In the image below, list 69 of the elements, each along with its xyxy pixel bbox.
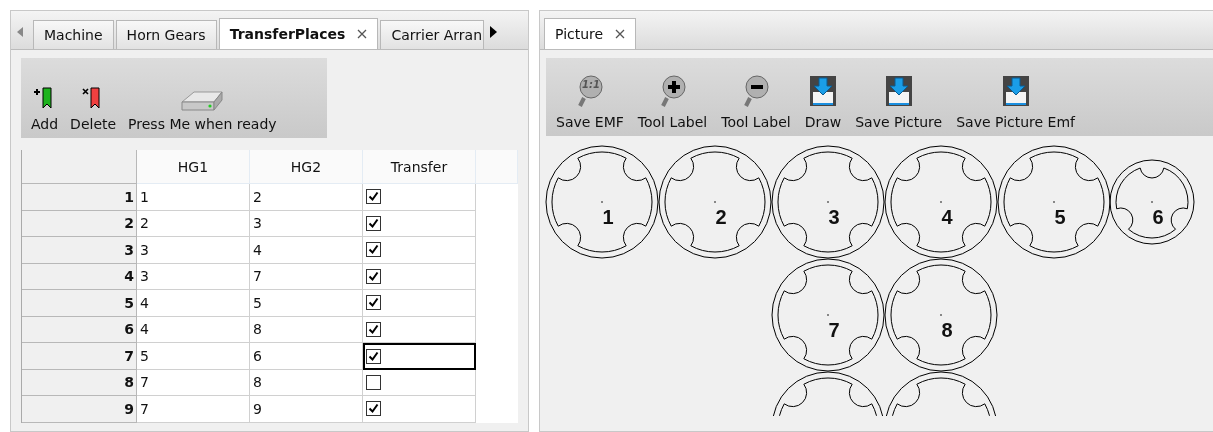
row-header[interactable]: 2 xyxy=(22,210,137,237)
checkbox[interactable] xyxy=(366,348,381,364)
table-cell: 6 xyxy=(250,343,363,370)
floppy-save-icon xyxy=(1001,74,1030,108)
gear-number: 3 xyxy=(828,206,840,228)
gear-number: 6 xyxy=(1152,206,1164,228)
table-cell: 5 xyxy=(250,290,363,317)
checkbox[interactable] xyxy=(366,242,381,258)
table-cell: 4 xyxy=(137,290,250,317)
checkbox[interactable] xyxy=(366,295,381,311)
column-header[interactable]: HG1 xyxy=(137,150,250,184)
table-cell: 1 xyxy=(137,184,250,211)
table-cell: 3 xyxy=(137,237,250,264)
table-cell: 8 xyxy=(250,316,363,343)
toolbar-button[interactable]: Tool Label xyxy=(717,74,795,130)
checkbox[interactable] xyxy=(366,189,381,205)
gear-number: 2 xyxy=(715,206,727,228)
row-header[interactable]: 8 xyxy=(22,369,137,396)
checkbox[interactable] xyxy=(366,374,381,390)
toolbar-button[interactable]: 1:1 Save EMF xyxy=(552,74,628,130)
checkbox[interactable] xyxy=(366,401,381,417)
table-cell: 2 xyxy=(137,210,250,237)
table-cell: 4 xyxy=(250,237,363,264)
drive-icon xyxy=(180,88,225,114)
table-cell: 4 xyxy=(137,316,250,343)
scroll-left-icon[interactable] xyxy=(17,27,23,37)
row-header[interactable]: 9 xyxy=(22,396,137,423)
table-cell: 7 xyxy=(137,396,250,423)
row-header[interactable]: 1 xyxy=(22,184,137,211)
scroll-right-icon[interactable] xyxy=(490,26,498,38)
row-header[interactable]: 6 xyxy=(22,316,137,343)
tab[interactable]: Machine xyxy=(33,20,114,49)
close-icon[interactable] xyxy=(357,29,368,39)
tab[interactable]: Picture xyxy=(544,18,637,49)
toolbar-button[interactable]: Save Picture xyxy=(851,74,947,130)
row-header[interactable]: 4 xyxy=(22,263,137,290)
gear-number: 1 xyxy=(602,206,614,228)
close-icon[interactable] xyxy=(615,29,626,39)
toolbar-button[interactable]: Press Me when ready xyxy=(124,88,281,132)
table-cell: 3 xyxy=(137,263,250,290)
table-cell: 3 xyxy=(250,210,363,237)
tab[interactable]: Carrier Arran xyxy=(380,20,485,49)
checkbox[interactable] xyxy=(366,268,381,284)
gear-number: 7 xyxy=(828,319,840,341)
toolbar-button[interactable]: Save Picture Emf xyxy=(952,74,1079,130)
column-header[interactable]: Transfer xyxy=(363,150,476,184)
gear-number: 4 xyxy=(941,206,953,228)
floppy-save-icon xyxy=(884,74,913,108)
table-cell: 2 xyxy=(250,184,363,211)
row-header[interactable]: 5 xyxy=(22,290,137,317)
gear-number: 5 xyxy=(1054,206,1066,228)
column-header[interactable]: HG2 xyxy=(250,150,363,184)
toolbar-button[interactable]: Delete xyxy=(66,86,121,132)
table-cell: 5 xyxy=(137,343,250,370)
table-cell: 8 xyxy=(250,369,363,396)
table-cell: 7 xyxy=(137,369,250,396)
toolbar-button[interactable]: Tool Label xyxy=(633,74,712,130)
gear-number: 8 xyxy=(941,319,953,341)
row-header[interactable]: 7 xyxy=(22,343,137,370)
table-cell: 9 xyxy=(250,396,363,423)
toolbar-button[interactable]: Add xyxy=(27,86,63,132)
tab[interactable]: TransferPlaces xyxy=(218,18,379,49)
row-header[interactable]: 3 xyxy=(22,237,137,264)
table-cell: 7 xyxy=(250,263,363,290)
tab[interactable]: Horn Gears xyxy=(115,20,217,49)
floppy-save-icon xyxy=(808,74,837,108)
checkbox[interactable] xyxy=(366,321,381,337)
toolbar-button[interactable]: Draw xyxy=(800,74,846,130)
checkbox[interactable] xyxy=(366,215,381,231)
